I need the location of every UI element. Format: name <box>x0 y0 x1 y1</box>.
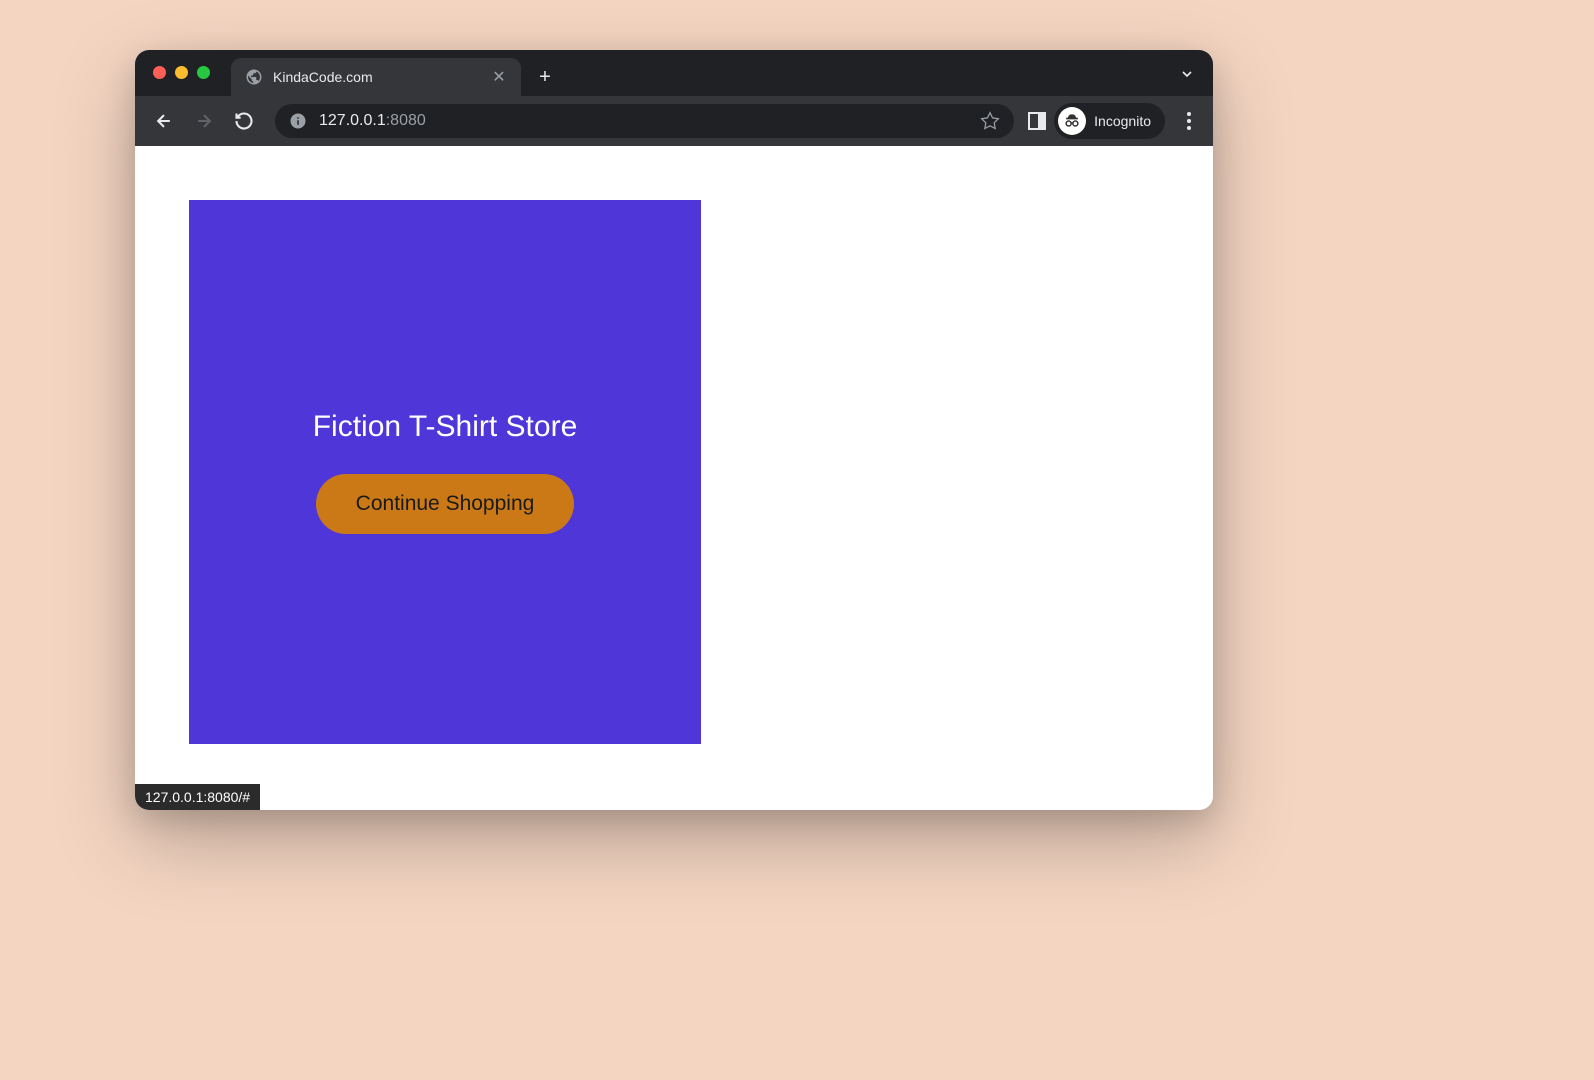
close-tab-button[interactable]: ✕ <box>491 69 507 85</box>
card-title: Fiction T-Shirt Store <box>313 410 578 444</box>
more-menu-button[interactable] <box>1177 104 1201 138</box>
close-window-button[interactable] <box>153 66 166 79</box>
tab-title: KindaCode.com <box>273 69 481 85</box>
tabs-dropdown-button[interactable] <box>1179 66 1195 87</box>
window-controls <box>153 66 210 79</box>
minimize-window-button[interactable] <box>175 66 188 79</box>
globe-icon <box>245 68 263 86</box>
titlebar: KindaCode.com ✕ + <box>135 50 1213 96</box>
browser-tab[interactable]: KindaCode.com ✕ <box>231 58 521 96</box>
address-bar[interactable]: 127.0.0.1:8080 <box>275 104 1014 138</box>
site-info-icon[interactable] <box>289 112 307 130</box>
maximize-window-button[interactable] <box>197 66 210 79</box>
browser-window: KindaCode.com ✕ + 127.0.0.1:8080 <box>135 50 1213 810</box>
page-content: Fiction T-Shirt Store Continue Shopping … <box>135 146 1213 810</box>
back-button[interactable] <box>147 104 181 138</box>
store-card: Fiction T-Shirt Store Continue Shopping <box>189 200 701 744</box>
continue-shopping-button[interactable]: Continue Shopping <box>316 474 575 534</box>
url-host: 127.0.0.1 <box>319 112 386 129</box>
toolbar-right: Incognito <box>1028 103 1201 139</box>
incognito-icon <box>1058 107 1086 135</box>
forward-button[interactable] <box>187 104 221 138</box>
incognito-badge[interactable]: Incognito <box>1054 103 1165 139</box>
bookmark-button[interactable] <box>980 111 1000 131</box>
url-port: :8080 <box>386 112 426 129</box>
new-tab-button[interactable]: + <box>531 63 559 91</box>
reload-button[interactable] <box>227 104 261 138</box>
toolbar: 127.0.0.1:8080 Incognito <box>135 96 1213 146</box>
status-bar: 127.0.0.1:8080/# <box>135 784 260 810</box>
url-text: 127.0.0.1:8080 <box>319 112 968 130</box>
side-panel-icon[interactable] <box>1028 112 1046 130</box>
incognito-label: Incognito <box>1094 113 1151 129</box>
